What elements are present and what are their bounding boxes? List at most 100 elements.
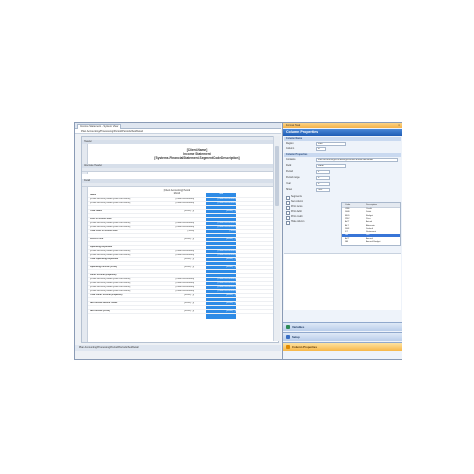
- option-checkbox[interactable]: [286, 216, 290, 220]
- row-label[interactable]: [Chart.Account] Detail [Client.Accounts]: [90, 198, 150, 201]
- row-value-mid[interactable]: [Chart.Accounted]: [166, 290, 194, 293]
- row-label[interactable]: Net Income (Loss): [90, 310, 150, 313]
- row-label[interactable]: [Chart.Account] Detail [Client.Accounts]: [90, 254, 150, 257]
- nav-button[interactable]: Variables: [283, 322, 402, 331]
- row-value-selected[interactable]: [Chart.Accounted]: [206, 202, 236, 205]
- row-value-mid[interactable]: [Chart.Accounted]: [166, 278, 194, 281]
- prop-show-value[interactable]: Text: [316, 188, 330, 192]
- row-value-mid[interactable]: [Chart.Accounted]: [166, 286, 194, 289]
- option-checkbox-label: Print zeros: [291, 205, 303, 208]
- row-label[interactable]: Total Cost of Goods Sold: [90, 230, 150, 233]
- variables-icon: [286, 325, 290, 329]
- row-value-mid[interactable]: [Chart.Accounted]: [166, 254, 194, 257]
- row-value-mid[interactable]: [SUM(...)]: [166, 210, 194, 213]
- row-value-selected[interactable]: [SUM(...)]: [206, 258, 236, 261]
- row-value-mid[interactable]: [Chart.Accounted]: [166, 282, 194, 285]
- nav-button-label: Variables: [292, 325, 305, 329]
- codes-list[interactable]: Code Description CRE Credit DEB Debit BUD Bud…: [341, 202, 401, 246]
- option-checkbox-label: Hide column: [291, 220, 305, 223]
- column-ruler-2: [82, 168, 278, 172]
- row-label[interactable]: [Chart.Account] Detail [Client.Accounts]: [90, 290, 150, 293]
- row-value-selected[interactable]: [Chart.Accounted]: [206, 198, 236, 201]
- close-icon[interactable]: ×: [398, 123, 400, 128]
- code-value: NR: [345, 241, 349, 243]
- row-label[interactable]: Net Income Before Taxes: [90, 302, 150, 305]
- row-value-mid[interactable]: [SUM(...)]: [166, 294, 194, 297]
- row-value-mid[interactable]: [SUM(...)]: [166, 258, 194, 261]
- row-label[interactable]: Operating Income (Loss): [90, 266, 150, 269]
- prop-column-label: Column: [286, 147, 295, 150]
- row-value-mid[interactable]: [SUM(...)]: [166, 310, 194, 313]
- option-checkbox[interactable]: [286, 196, 290, 200]
- row-value-selected[interactable]: [SUM]: [206, 230, 236, 233]
- status-bar: Plan Accounting/Processing/Period/Period…: [75, 345, 281, 351]
- row-label[interactable]: [Chart.Account] Detail [Client.Accounts]: [90, 226, 150, 229]
- row-value-selected[interactable]: [SUM(...)]: [206, 302, 236, 305]
- row-value-selected[interactable]: [SUM(...)]: [206, 310, 236, 313]
- row-value-mid[interactable]: [SUM]: [166, 230, 194, 233]
- row-value-selected[interactable]: [SUM(...)]: [206, 210, 236, 213]
- section-header-label[interactable]: Header: [82, 140, 278, 144]
- codes-header-desc: Description: [366, 204, 377, 206]
- row-label[interactable]: [Chart.Account] Detail [Client.Accounts]: [90, 222, 150, 225]
- row-value-mid[interactable]: [SUM(...)]: [166, 302, 194, 305]
- option-checkbox[interactable]: [286, 221, 290, 225]
- row-label[interactable]: Gross Profit: [90, 238, 150, 241]
- row-value-selected[interactable]: [Chart.Accounted]: [206, 250, 236, 253]
- row-value-mid[interactable]: [SUM(...)]: [166, 266, 194, 269]
- prop-column-value[interactable]: D: [316, 147, 326, 151]
- row-value-selected[interactable]: [Chart.Accounted]: [206, 290, 236, 293]
- row-value-mid[interactable]: [Chart.Accounted]: [166, 226, 194, 229]
- report-sheet[interactable]: Header [Client.Name] Income Statement [S…: [81, 136, 279, 343]
- row-value-mid[interactable]: [Chart.Accounted]: [166, 222, 194, 225]
- scrollbar-thumb[interactable]: [275, 146, 279, 206]
- row-label[interactable]: Operating Expenses: [90, 246, 150, 249]
- row-label[interactable]: Total Operating Expenses: [90, 258, 150, 261]
- row-value-selected[interactable]: [Chart.Accounted]: [206, 254, 236, 257]
- row-label[interactable]: Sales: [90, 194, 150, 197]
- row-value-selected[interactable]: [Chart.Accounted]: [206, 222, 236, 225]
- prop-period-value[interactable]: 1: [316, 170, 330, 174]
- row-label[interactable]: Cost of Goods Sold: [90, 218, 150, 221]
- row-label[interactable]: [Chart.Account] Detail [Client.Accounts]: [90, 286, 150, 289]
- row-value-selected[interactable]: [Chart.Accounted]: [206, 226, 236, 229]
- column-ruler-3: [82, 183, 278, 187]
- option-checkbox[interactable]: [286, 201, 290, 205]
- row-value-selected[interactable]: [Chart.Accounted]: [206, 278, 236, 281]
- row-label[interactable]: [Chart.Account] Detail [Client.Accounts]: [90, 202, 150, 205]
- vertical-scrollbar[interactable]: [273, 136, 280, 341]
- option-checkbox[interactable]: [286, 211, 290, 215]
- prop-region-value[interactable]: Plan: [316, 142, 346, 146]
- option-checkbox[interactable]: [286, 206, 290, 210]
- row-label[interactable]: Total Other Income (Expense): [90, 294, 150, 297]
- row-label[interactable]: [Chart.Account] Detail [Client.Accounts]: [90, 250, 150, 253]
- header-line-3[interactable]: [Systems.FinancialStatement.SegmentCodeD…: [122, 156, 272, 160]
- prop-year-value[interactable]: 0: [316, 182, 330, 186]
- row-label[interactable]: Other Income (Expense): [90, 274, 150, 277]
- row-value-selected[interactable]: [SUM(...)]: [206, 238, 236, 241]
- prop-period-range-value[interactable]: 0: [316, 176, 330, 180]
- prop-field-value[interactable]: Value: [316, 164, 346, 168]
- nav-button[interactable]: Column Properties: [283, 342, 402, 351]
- table-row[interactable]: Net Income (Loss) [SUM(...)] [SUM(...)]: [88, 310, 276, 314]
- column-properties-icon: [286, 345, 290, 349]
- group-column-properties[interactable]: Column Properties: [284, 153, 401, 157]
- group-column-name[interactable]: Column Name: [284, 137, 401, 141]
- row-value-mid[interactable]: [SUM(...)]: [166, 238, 194, 241]
- panel-heading: Column Properties: [283, 129, 402, 136]
- row-value-selected[interactable]: [SUM(...)]: [206, 294, 236, 297]
- code-description: Annual Budget: [366, 241, 381, 243]
- row-value-mid[interactable]: [Chart.Accounted]: [166, 202, 194, 205]
- row-label[interactable]: [Chart.Account] Detail [Client.Accounts]: [90, 278, 150, 281]
- row-value-mid[interactable]: [Chart.Accounted]: [166, 250, 194, 253]
- row-value-selected[interactable]: [Chart.Accounted]: [206, 282, 236, 285]
- row-value-mid[interactable]: [Chart.Accounted]: [166, 198, 194, 201]
- row-value-selected[interactable]: [Chart.Accounted]: [206, 286, 236, 289]
- row-value-selected[interactable]: [SUM(...)]: [206, 266, 236, 269]
- list-item[interactable]: NR Annual Budget: [342, 241, 400, 244]
- row-label[interactable]: Total Sales: [90, 210, 150, 213]
- application-window: Income Statement - System View Plan Acco…: [74, 122, 402, 360]
- nav-button[interactable]: Setup: [283, 332, 402, 341]
- prop-contains-value[interactable]: Plan Accounting/Processing/Period/Period…: [316, 158, 398, 162]
- row-label[interactable]: [Chart.Account] Detail [Client.Accounts]: [90, 282, 150, 285]
